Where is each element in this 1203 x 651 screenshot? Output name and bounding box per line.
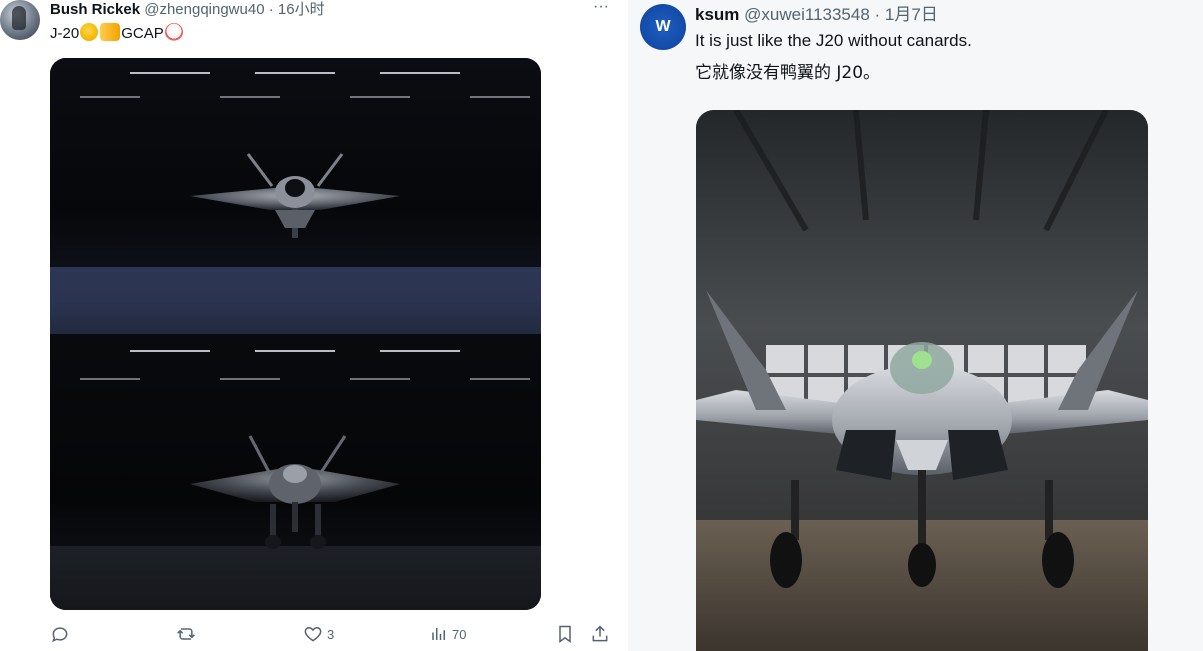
views-button[interactable]: 70 [430,622,466,646]
jet-angled-view-image [190,435,400,549]
jet-hangar-image [696,110,1148,651]
tweet-media[interactable] [696,110,1148,651]
author-handle[interactable]: @xuwei1133548 [744,5,870,24]
left-tweet: Bush Rickek @zhengqingwu40 · 16小时 ··· J-… [0,0,628,651]
like-button[interactable]: 3 [303,622,334,646]
more-options-button[interactable]: ··· [590,0,612,16]
media-frame-bottom [50,334,541,610]
separator: · [264,1,278,18]
tweet-text-prefix: J-20 [50,25,80,42]
heart-icon [304,626,322,642]
laughing-emoji-icon [80,23,99,41]
tweet-text-chinese: 它就像没有鸭翼的 J20。 [695,63,881,83]
right-tweet: W ksum @xuwei1133548 · 1月7日 It is just l… [628,0,1203,651]
share-icon [592,625,608,642]
separator: · [869,5,885,24]
media-frame-top [50,58,541,334]
hangar-floor [50,546,541,610]
views-chart-icon [432,628,445,640]
avatar[interactable]: W [640,4,686,50]
tweet-text-english: It is just like the J20 without canards. [695,31,972,50]
hangar-floor [50,267,541,334]
reply-icon [52,627,68,643]
retweet-icon [177,628,195,640]
tweet-media[interactable] [50,58,541,610]
author-name[interactable]: ksum [695,5,739,24]
author-name[interactable]: Bush Rickek [50,1,140,18]
retweet-button[interactable] [175,622,201,646]
avatar[interactable] [0,0,40,40]
like-count: 3 [327,626,335,642]
tweet-header: ksum @xuwei1133548 · 1月7日 [695,4,938,26]
tweet-text-suffix: GCAP [121,25,164,42]
bookmark-button[interactable] [555,622,575,646]
tweet-header: Bush Rickek @zhengqingwu40 · 16小时 [50,0,325,20]
timestamp[interactable]: 16小时 [278,1,325,18]
bookmark-icon [559,625,571,643]
share-button[interactable] [590,622,610,646]
author-handle[interactable]: @zhengqingwu40 [144,1,264,18]
tweet-text: J-20 GCAP [50,23,184,44]
jet-front-view-image [190,153,400,238]
clown-emoji-icon [164,23,183,41]
pointing-right-emoji-icon [100,23,121,41]
screenshot-collage: Bush Rickek @zhengqingwu40 · 16小时 ··· J-… [0,0,1203,651]
reply-button[interactable] [50,622,74,646]
timestamp[interactable]: 1月7日 [885,5,938,24]
views-count: 70 [452,626,467,642]
tweet-actions: 3 70 [50,622,615,646]
